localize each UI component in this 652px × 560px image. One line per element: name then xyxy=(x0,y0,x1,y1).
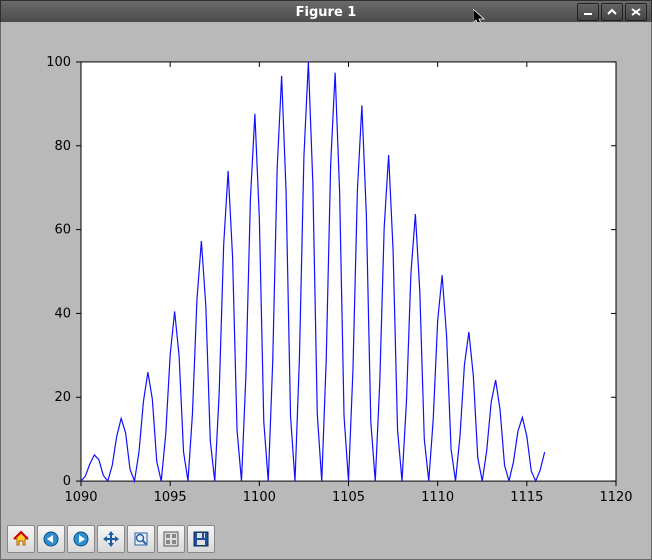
x-tick-label: 1105 xyxy=(332,490,365,505)
maximize-button[interactable] xyxy=(601,3,623,21)
subplots-icon xyxy=(162,530,180,548)
subplots-button[interactable] xyxy=(157,525,185,553)
x-tick-label: 1120 xyxy=(599,490,632,505)
x-tick-label: 1095 xyxy=(154,490,187,505)
y-tick-label: 100 xyxy=(46,55,71,70)
chart-svg: 1090 1095 1100 1105 1110 1115 1120 0 20 40 60 80 100 xyxy=(11,32,641,519)
zoom-button[interactable] xyxy=(127,525,155,553)
y-tick-label: 60 xyxy=(54,223,71,238)
pan-button[interactable] xyxy=(97,525,125,553)
zoom-icon xyxy=(132,530,150,548)
back-button[interactable] xyxy=(37,525,65,553)
move-icon xyxy=(102,530,120,548)
y-tick-label: 20 xyxy=(54,390,71,405)
arrow-left-icon xyxy=(42,530,60,548)
x-tick-label: 1110 xyxy=(421,490,454,505)
save-button[interactable] xyxy=(187,525,215,553)
forward-button[interactable] xyxy=(67,525,95,553)
y-tick-label: 40 xyxy=(54,306,71,321)
window-title: Figure 1 xyxy=(1,5,651,20)
arrow-right-icon xyxy=(72,530,90,548)
plot-canvas[interactable]: 1090 1095 1100 1105 1110 1115 1120 0 20 40 60 80 100 xyxy=(11,32,641,519)
home-button[interactable] xyxy=(7,525,35,553)
window-titlebar: Figure 1 xyxy=(0,0,652,24)
save-icon xyxy=(192,530,210,548)
home-icon xyxy=(12,530,30,548)
y-tick-label: 0 xyxy=(63,474,71,489)
close-button[interactable] xyxy=(625,3,647,21)
minimize-button[interactable] xyxy=(577,3,599,21)
x-tick-label: 1090 xyxy=(64,490,97,505)
matplotlib-toolbar xyxy=(7,525,215,553)
x-tick-label: 1100 xyxy=(243,490,276,505)
window-buttons xyxy=(577,3,647,21)
y-tick-label: 80 xyxy=(54,139,71,154)
client-area: 1090 1095 1100 1105 1110 1115 1120 0 20 40 60 80 100 xyxy=(0,22,652,560)
x-tick-label: 1115 xyxy=(510,490,543,505)
